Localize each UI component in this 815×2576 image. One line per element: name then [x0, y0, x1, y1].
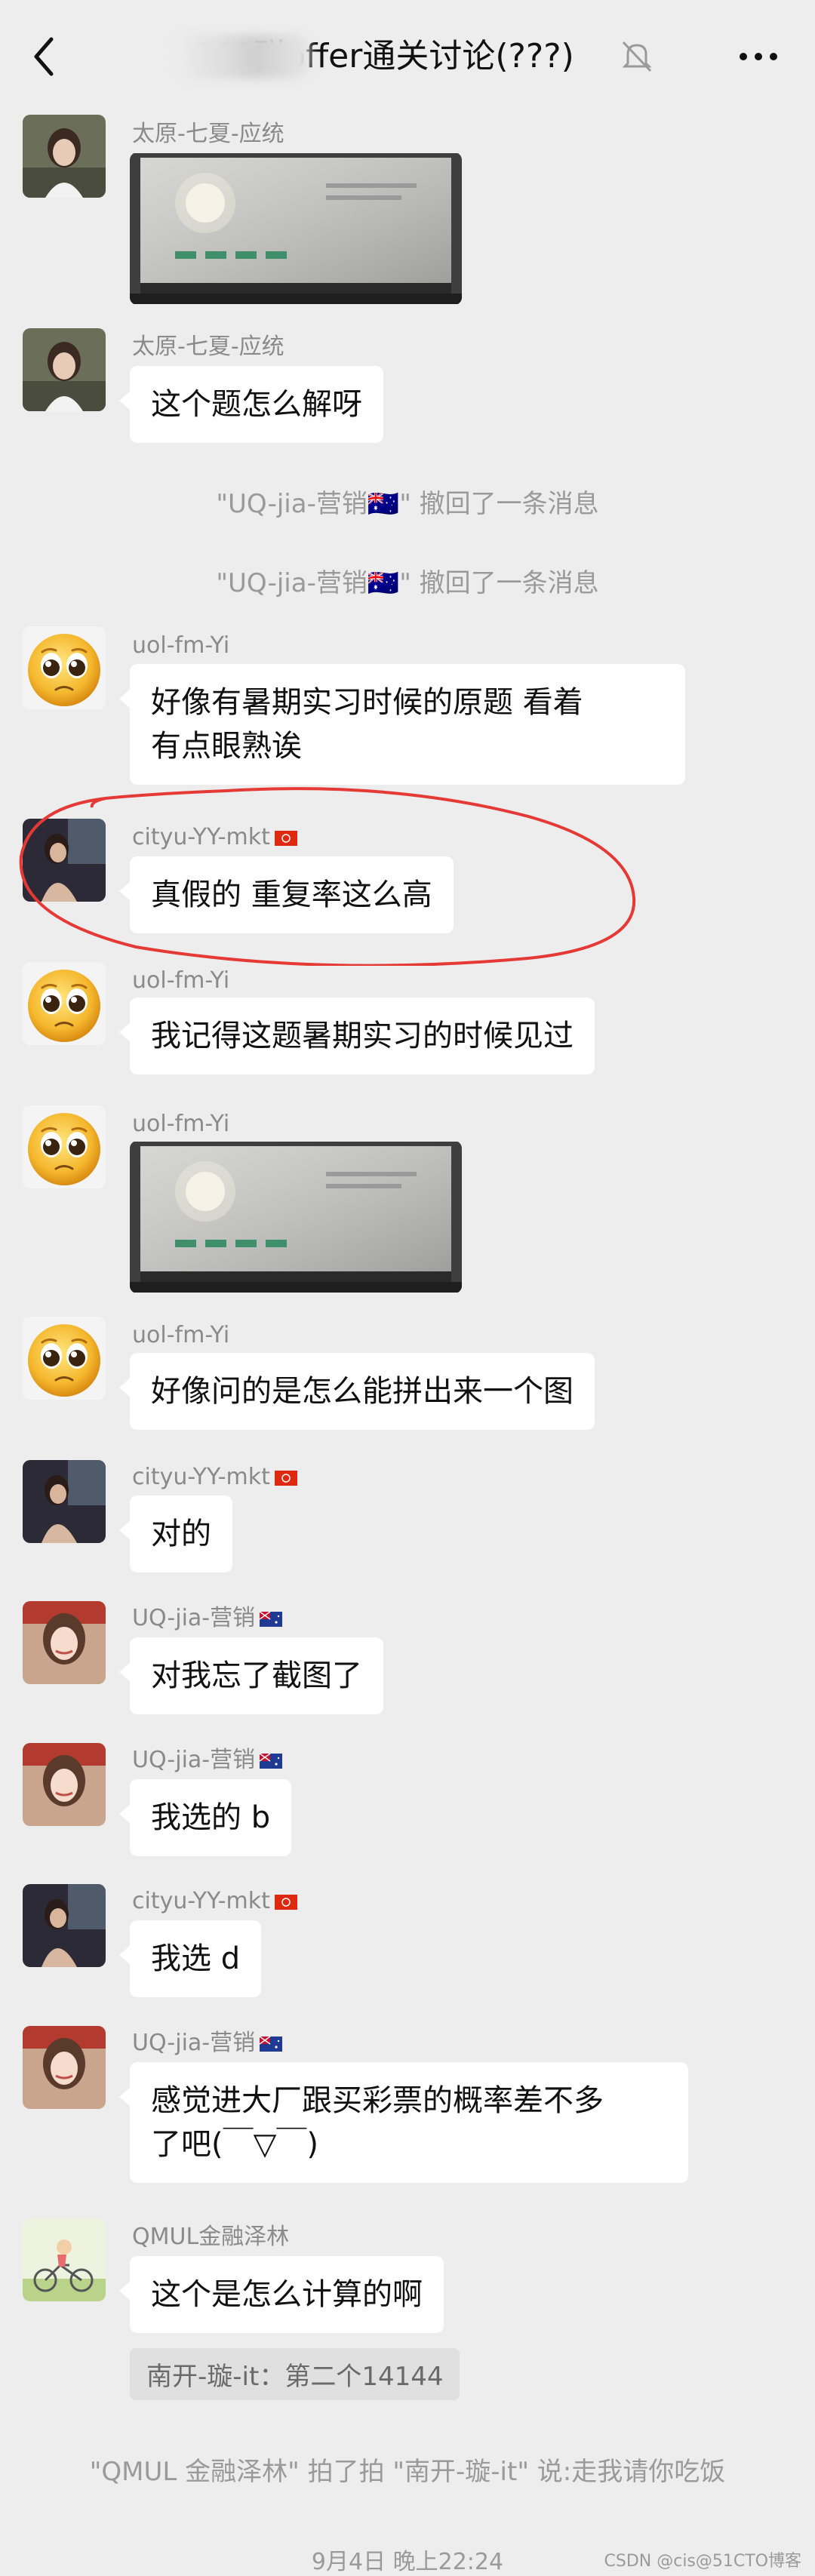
sender-name: uol-fm-Yi	[132, 1322, 230, 1348]
avatar[interactable]	[23, 1884, 106, 1967]
system-message: "UQ-jia-营销🇦🇺" 撤回了一条消息	[216, 568, 599, 598]
message-bubble[interactable]: 好像有暑期实习时候的原题 看着 有点眼熟诶	[119, 664, 685, 785]
hk-flag-icon	[275, 1471, 297, 1486]
sender-name: 太原-七夏-应统	[132, 334, 284, 360]
sender-name: cityu-YY-mkt	[132, 1886, 297, 1917]
message-line: 好像有暑期实习时候的原题 看着	[151, 685, 583, 720]
image-message[interactable]	[130, 1141, 462, 1293]
message-bubble[interactable]: 感觉进大厂跟买彩票的概率差不多 了吧(￣▽￣)	[119, 2062, 688, 2183]
sender-name: uol-fm-Yi	[132, 1111, 230, 1137]
hk-flag-icon	[275, 831, 297, 846]
avatar[interactable]	[23, 626, 106, 709]
avatar[interactable]	[23, 115, 106, 198]
more-icon[interactable]	[736, 45, 781, 68]
message-bubble[interactable]: 好像问的是怎么能拼出来一个图	[119, 1353, 595, 1430]
sender-name: UQ-jia-营销	[132, 1603, 282, 1634]
au-flag-icon	[260, 1612, 282, 1627]
message-line: 感觉进大厂跟买彩票的概率差不多	[151, 2083, 604, 2118]
avatar[interactable]	[23, 1460, 106, 1543]
message-bubble[interactable]: 这个题怎么解呀	[119, 366, 383, 443]
message-bubble[interactable]: 我选 d	[118, 1920, 262, 1997]
message-bubble[interactable]: 对的	[119, 1495, 232, 1572]
system-message: "UQ-jia-营销🇦🇺" 撤回了一条消息	[216, 489, 599, 519]
avatar[interactable]	[23, 819, 106, 902]
avatar[interactable]	[23, 1317, 106, 1400]
avatar[interactable]	[23, 1601, 106, 1684]
message-line: 了吧(￣▽￣)	[151, 2127, 318, 2162]
hk-flag-icon	[275, 1895, 297, 1910]
avatar[interactable]	[23, 328, 106, 411]
sender-name: uol-fm-Yi	[132, 632, 230, 659]
message-bubble[interactable]: 我记得这题暑期实习的时候见过	[119, 998, 595, 1074]
avatar[interactable]	[23, 2026, 106, 2109]
sender-name: QMUL金融泽林	[132, 2224, 290, 2250]
sender-name: 太原-七夏-应统	[132, 121, 284, 147]
quoted-reply[interactable]: 南开-璇-it：第二个14144	[130, 2348, 460, 2400]
sender-name: UQ-jia-营销	[132, 1745, 282, 1775]
message-line: 有点眼熟诶	[151, 729, 302, 764]
au-flag-icon	[260, 1754, 282, 1769]
sender-name: uol-fm-Yi	[132, 967, 230, 994]
mute-bell-icon	[622, 41, 652, 72]
sender-name: cityu-YY-mkt	[132, 1462, 297, 1492]
avatar[interactable]	[23, 962, 106, 1045]
watermark: CSDN @cis@51CTO博客	[604, 2552, 802, 2571]
back-icon[interactable]	[29, 30, 59, 83]
message-bubble[interactable]: 真假的 重复率这么高	[119, 856, 454, 933]
avatar[interactable]	[23, 1743, 106, 1826]
image-message[interactable]	[130, 152, 462, 305]
message-bubble[interactable]: 对我忘了截图了	[119, 1637, 383, 1714]
sender-name: UQ-jia-营销	[132, 2028, 282, 2058]
chat-header: 2??群offer通关讨论(???)	[0, 0, 815, 113]
message-bubble[interactable]: 这个是怎么计算的啊	[119, 2256, 444, 2333]
sender-name: cityu-YY-mkt	[132, 822, 297, 853]
title-redaction	[174, 35, 309, 78]
avatar[interactable]	[23, 1105, 106, 1188]
avatar[interactable]	[23, 2218, 106, 2301]
au-flag-icon	[260, 2037, 282, 2052]
message-bubble[interactable]: 我选的 b	[118, 1779, 292, 1856]
system-message: "QMUL 金融泽林" 拍了拍 "南开-璇-it" 说:走我请你吃饭	[89, 2457, 726, 2487]
